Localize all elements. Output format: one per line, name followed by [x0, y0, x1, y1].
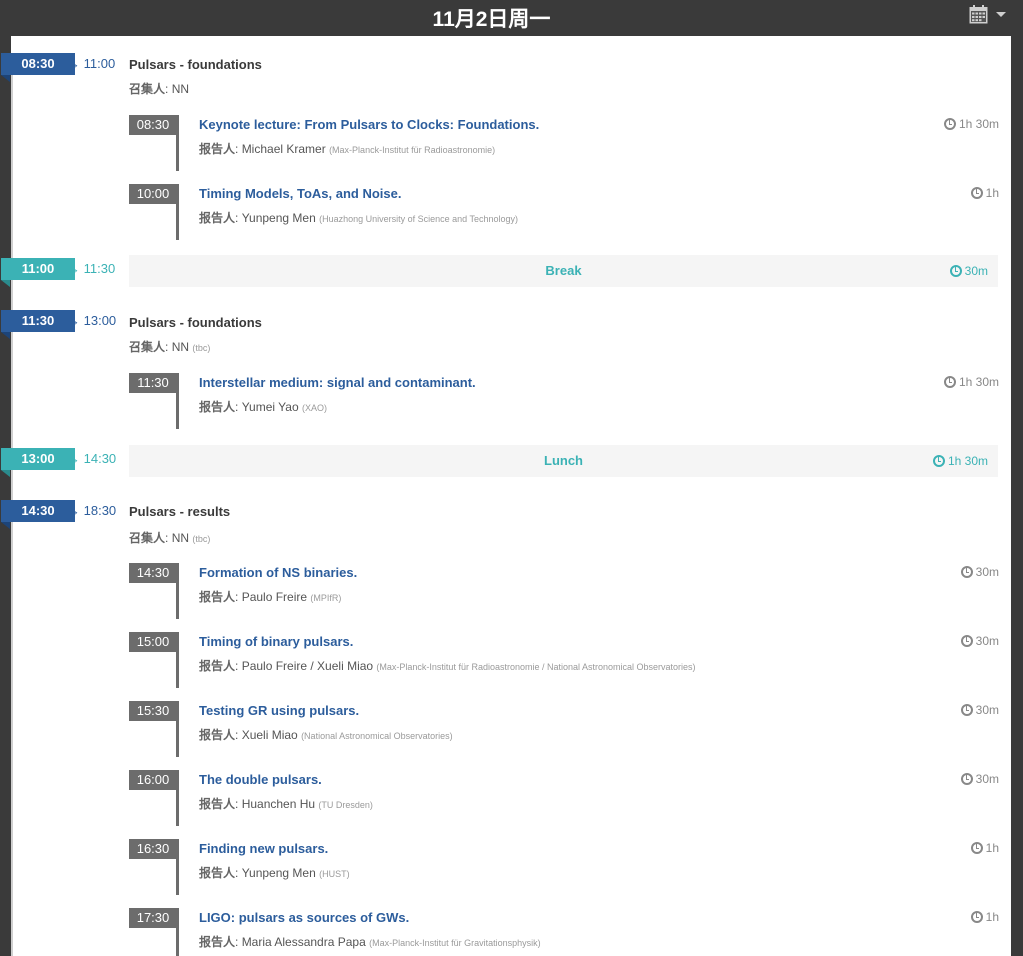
contribution-title[interactable]: Finding new pulsars.	[199, 841, 328, 856]
chevron-down-icon[interactable]	[996, 12, 1006, 17]
clock-icon	[949, 265, 962, 277]
contribution-time: 16:30	[129, 839, 177, 859]
contribution: 08:30 Keynote lecture: From Pulsars to C…	[129, 115, 999, 171]
contribution: 16:30 Finding new pulsars. 报告人: Yunpeng …	[129, 839, 999, 895]
session-convener: 召集人: NN (tbc)	[129, 531, 211, 545]
session-end-time: → 13:00	[67, 313, 117, 328]
contribution-title[interactable]: Formation of NS binaries.	[199, 565, 357, 580]
contribution-title[interactable]: Interstellar medium: signal and contamin…	[199, 375, 476, 390]
break-duration: 1h 30m	[932, 454, 988, 468]
contribution-speaker: 报告人: Huanchen Hu (TU Dresden)	[199, 797, 373, 811]
contribution-title[interactable]: Timing Models, ToAs, and Noise.	[199, 186, 401, 201]
contribution: 15:30 Testing GR using pulsars. 报告人: Xue…	[129, 701, 999, 757]
contribution-bar	[176, 632, 179, 688]
contribution-bar	[176, 115, 179, 171]
contribution-time: 14:30	[129, 563, 177, 583]
contribution: 17:30 LIGO: pulsars as sources of GWs. 报…	[129, 908, 999, 956]
session-start-badge: 08:30	[1, 53, 75, 82]
session-title[interactable]: Pulsars - results	[129, 504, 230, 519]
break-bar[interactable]: Break 30m	[129, 255, 998, 287]
contribution-bar	[176, 563, 179, 619]
contribution-speaker: 报告人: Paulo Freire (MPIfR)	[199, 590, 342, 604]
day-title: 11月2日周一	[432, 8, 551, 31]
break-start-badge: 11:00	[1, 258, 75, 287]
contribution-speaker: 报告人: Yumei Yao (XAO)	[199, 400, 327, 414]
contribution-duration: 30m	[960, 772, 999, 786]
contribution-bar	[176, 373, 179, 429]
clock-icon	[970, 911, 983, 923]
clock-icon	[960, 566, 973, 578]
contribution-bar	[176, 701, 179, 757]
session-convener: 召集人: NN (tbc)	[129, 340, 211, 354]
contribution-speaker: 报告人: Xueli Miao (National Astronomical O…	[199, 728, 453, 742]
contribution-time: 16:00	[129, 770, 177, 790]
clock-icon	[970, 187, 983, 199]
contribution: 10:00 Timing Models, ToAs, and Noise. 报告…	[129, 184, 999, 240]
session-title[interactable]: Pulsars - foundations	[129, 315, 262, 330]
contribution-duration: 30m	[960, 565, 999, 579]
session-start-badge: 14:30	[1, 500, 75, 529]
contribution: 16:00 The double pulsars. 报告人: Huanchen …	[129, 770, 999, 826]
contribution-time: 15:00	[129, 632, 177, 652]
calendar-icon[interactable]	[969, 5, 988, 24]
contribution-duration: 1h	[970, 910, 999, 924]
contribution-bar	[176, 839, 179, 895]
contribution: 15:00 Timing of binary pulsars. 报告人: Pau…	[129, 632, 999, 688]
contribution-title[interactable]: Testing GR using pulsars.	[199, 703, 359, 718]
contribution: 11:30 Interstellar medium: signal and co…	[129, 373, 999, 429]
timetable-panel: 08:30 → 11:00 Pulsars - foundations 召集人:…	[1, 36, 1011, 956]
contribution-bar	[176, 908, 179, 956]
contribution-bar	[176, 184, 179, 240]
contribution-time: 11:30	[129, 373, 177, 393]
break-end-time: → 11:30	[67, 261, 116, 276]
contribution-duration: 1h	[970, 186, 999, 200]
contribution-time: 15:30	[129, 701, 177, 721]
session-end-time: → 18:30	[67, 503, 117, 518]
session-start-badge: 11:30	[1, 310, 75, 339]
contribution-speaker: 报告人: Yunpeng Men (Huazhong University of…	[199, 211, 519, 225]
clock-icon	[943, 118, 956, 130]
contribution-time: 10:00	[129, 184, 177, 204]
contribution-duration: 1h 30m	[943, 375, 999, 389]
contribution-speaker: 报告人: Michael Kramer (Max-Planck-Institut…	[199, 142, 496, 156]
break-bar[interactable]: Lunch 1h 30m	[129, 445, 998, 477]
contribution-time: 17:30	[129, 908, 177, 928]
clock-icon	[932, 455, 945, 467]
clock-icon	[970, 842, 983, 854]
contribution-time: 08:30	[129, 115, 177, 135]
contribution-duration: 1h	[970, 841, 999, 855]
contribution-speaker: 报告人: Paulo Freire / Xueli Miao (Max-Plan…	[199, 659, 696, 673]
session-convener: 召集人: NN	[129, 82, 190, 96]
break-title: Lunch	[544, 453, 583, 468]
contribution-duration: 30m	[960, 634, 999, 648]
session-end-time: → 11:00	[67, 56, 116, 71]
top-bar: 11月2日周一	[0, 0, 1023, 36]
contribution-title[interactable]: Timing of binary pulsars.	[199, 634, 353, 649]
clock-icon	[960, 635, 973, 647]
contribution-duration: 1h 30m	[943, 117, 999, 131]
contribution-title[interactable]: LIGO: pulsars as sources of GWs.	[199, 910, 409, 925]
contribution-title[interactable]: Keynote lecture: From Pulsars to Clocks:…	[199, 117, 539, 132]
contribution-speaker: 报告人: Yunpeng Men (HUST)	[199, 866, 350, 880]
clock-icon	[943, 376, 956, 388]
clock-icon	[960, 773, 973, 785]
contribution-bar	[176, 770, 179, 826]
contribution: 14:30 Formation of NS binaries. 报告人: Pau…	[129, 563, 999, 619]
clock-icon	[960, 704, 973, 716]
contribution-speaker: 报告人: Maria Alessandra Papa (Max-Planck-I…	[199, 935, 541, 949]
session-title[interactable]: Pulsars - foundations	[129, 57, 262, 72]
break-duration: 30m	[949, 264, 988, 278]
break-title: Break	[545, 263, 582, 278]
break-end-time: → 14:30	[67, 451, 117, 466]
contribution-title[interactable]: The double pulsars.	[199, 772, 322, 787]
break-start-badge: 13:00	[1, 448, 75, 477]
contribution-duration: 30m	[960, 703, 999, 717]
